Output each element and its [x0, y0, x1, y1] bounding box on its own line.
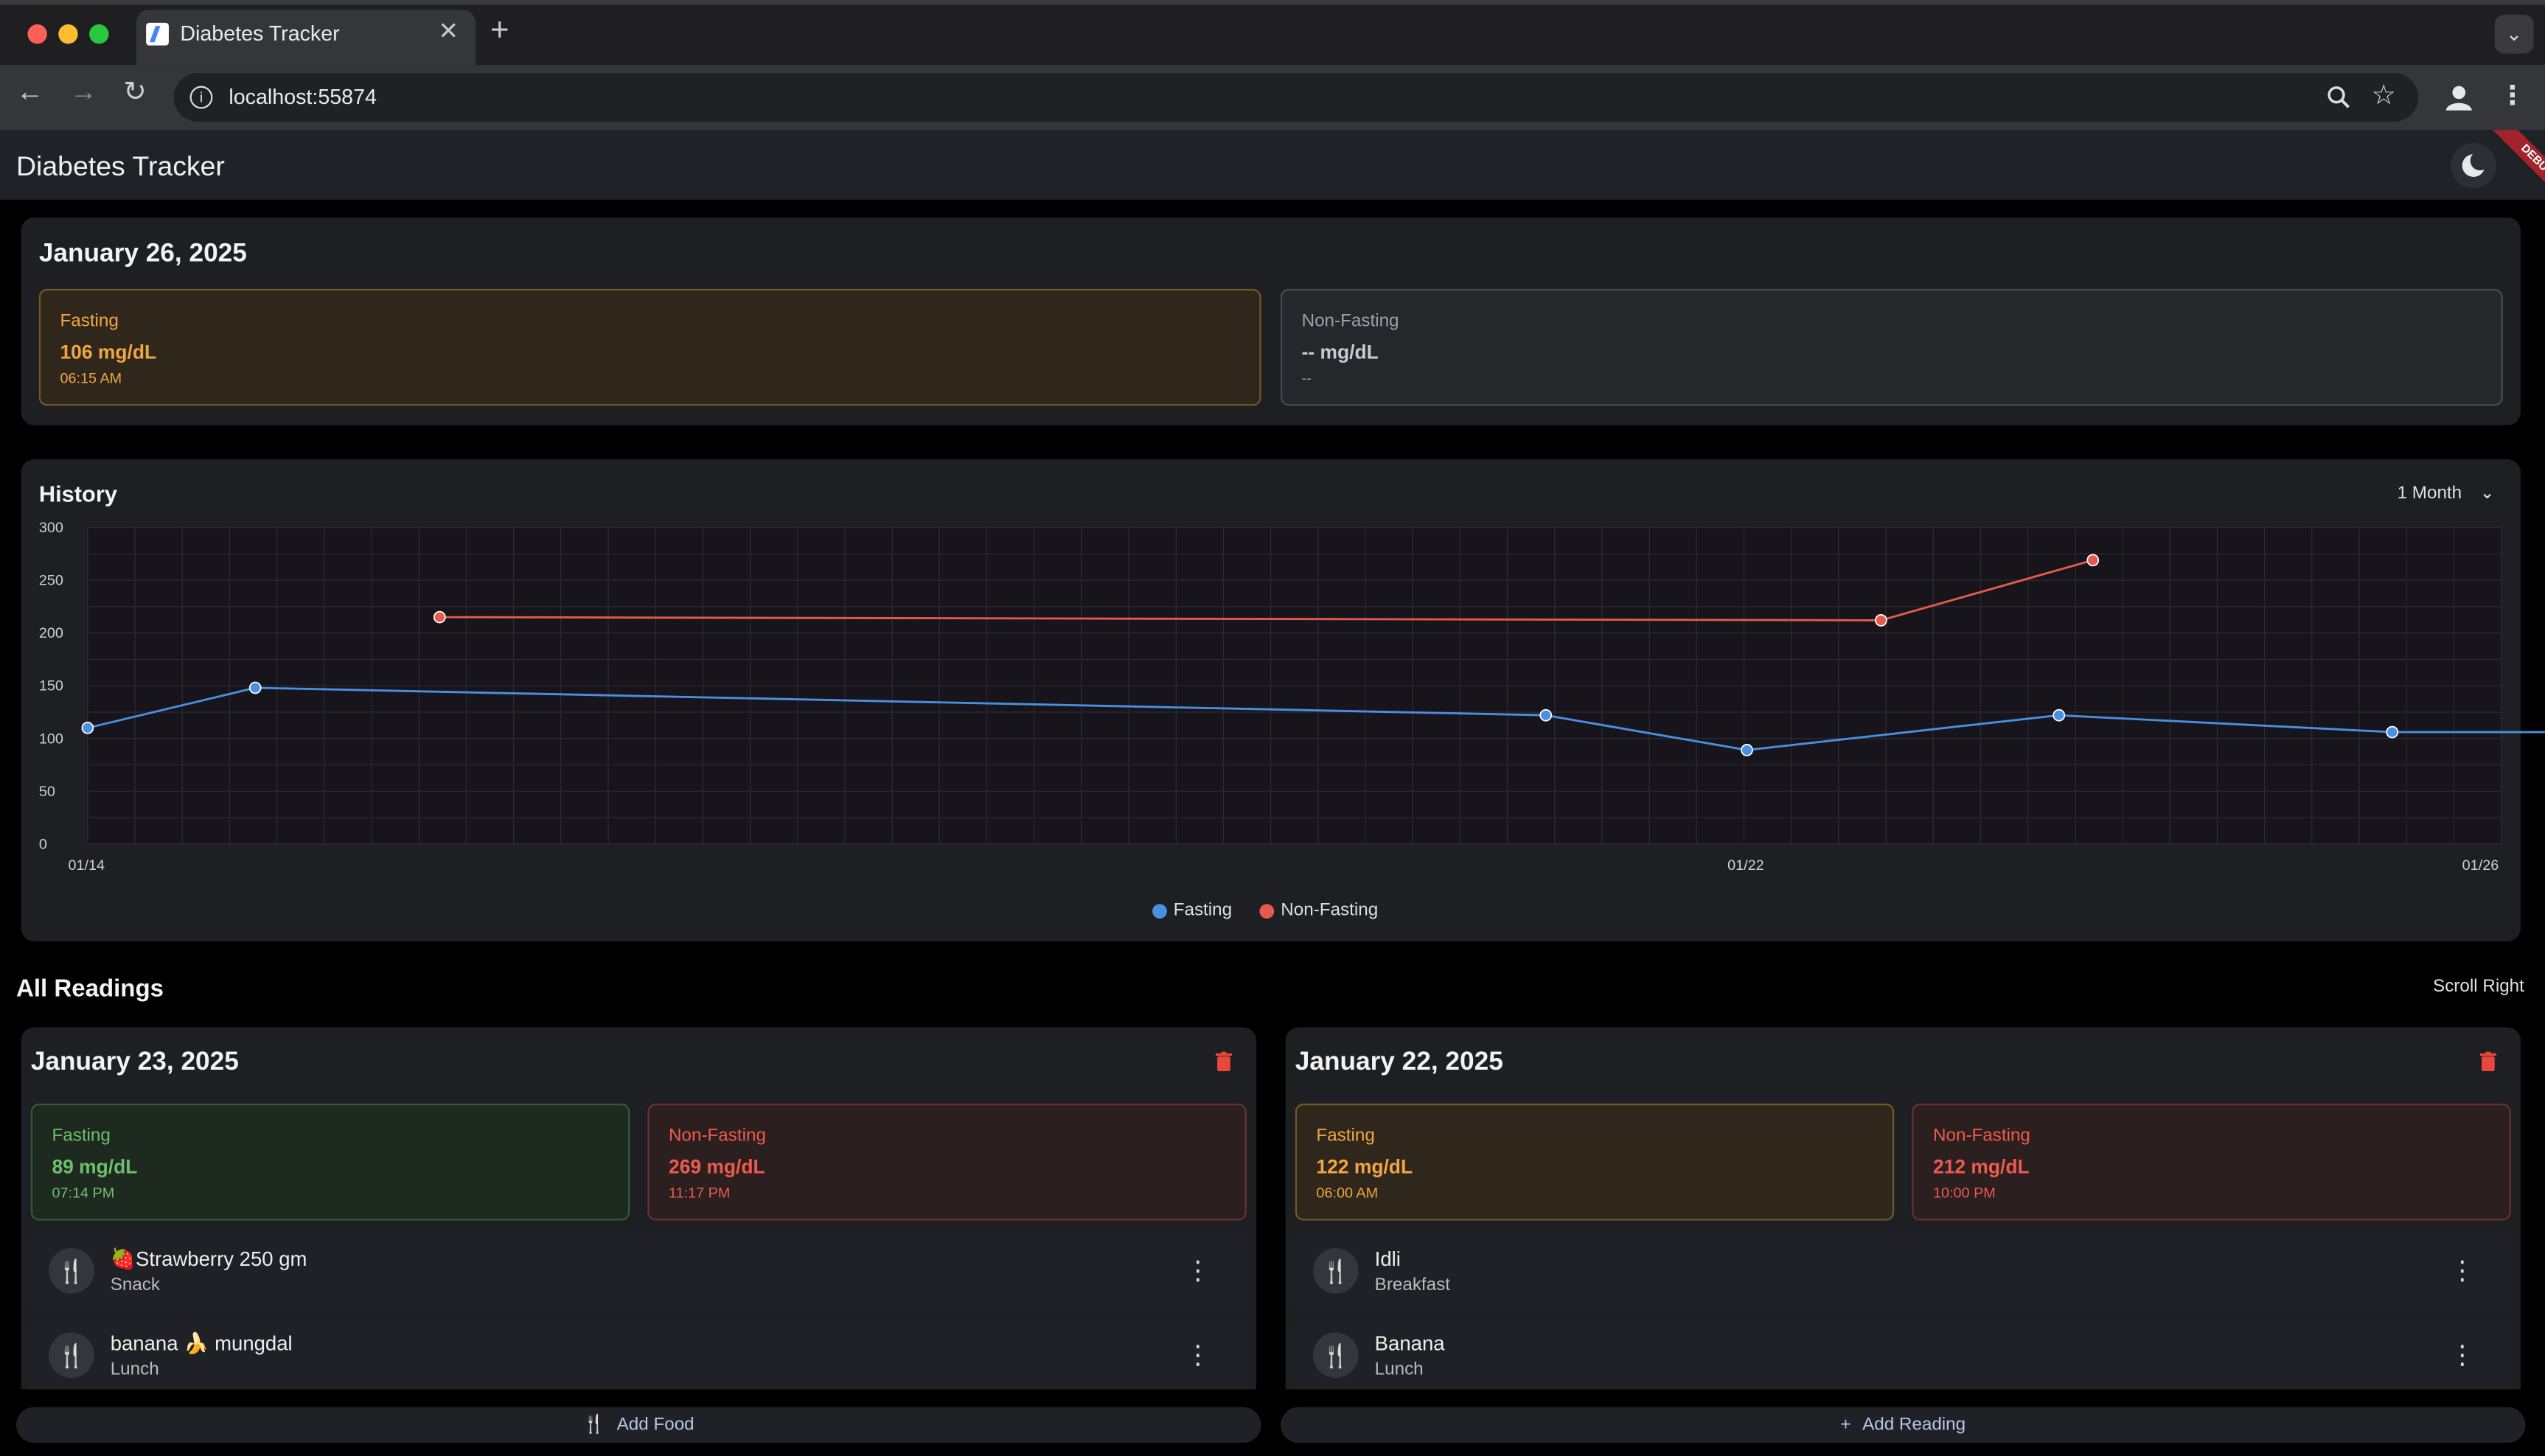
- scroll-right-hint[interactable]: Scroll Right: [2433, 977, 2524, 996]
- legend-non-fasting-swatch: [1259, 903, 1275, 919]
- tile-label: Fasting: [1316, 1126, 1375, 1146]
- day-card: January 23, 2025 Fasting 89 mg/dL 07:14 …: [21, 1027, 1256, 1417]
- food-name: banana 🍌 mungdal: [110, 1332, 293, 1356]
- fork-knife-icon: 🍴: [1313, 1247, 1359, 1294]
- history-chart: 0 50 100 150 200 250 300 01/14 01/22 01/26: [39, 520, 2545, 874]
- tile-time: 10:00 PM: [1932, 1185, 1996, 1202]
- add-reading-button[interactable]: + Add Reading: [1280, 1407, 2526, 1443]
- chart-legend: Fasting Non-Fasting: [1152, 901, 1378, 920]
- day-date: January 22, 2025: [1295, 1048, 1503, 1076]
- food-meal: Lunch: [110, 1359, 159, 1380]
- non-fasting-tile[interactable]: Non-Fasting 212 mg/dL 10:00 PM: [1912, 1104, 2511, 1221]
- food-name: 🍓Strawberry 250 gm: [110, 1247, 307, 1271]
- tile-value: 212 mg/dL: [1932, 1155, 2030, 1179]
- fork-knife-icon: 🍴: [582, 1415, 606, 1435]
- y-tick-label: 300: [39, 520, 63, 536]
- data-point: [2053, 708, 2066, 722]
- legend-non-fasting-label: Non-Fasting: [1281, 900, 1379, 921]
- x-tick-label: 01/26: [2462, 857, 2499, 874]
- y-tick-label: 50: [39, 784, 55, 800]
- fasting-tile[interactable]: Fasting 89 mg/dL 07:14 PM: [30, 1104, 630, 1221]
- y-tick-label: 250: [39, 573, 63, 589]
- y-tick-label: 0: [39, 836, 47, 852]
- delete-day-icon[interactable]: [1215, 1051, 1232, 1071]
- data-point: [248, 681, 262, 694]
- day-date: January 23, 2025: [30, 1048, 239, 1076]
- tile-time: 06:00 AM: [1316, 1185, 1379, 1202]
- tile-label: Fasting: [52, 1126, 111, 1146]
- add-reading-label: Add Reading: [1862, 1415, 1966, 1435]
- food-item[interactable]: 🍴 Banana Lunch ⋮: [1293, 1319, 2513, 1393]
- more-vert-icon[interactable]: ⋮: [2449, 1339, 2475, 1371]
- food-item[interactable]: 🍴 banana 🍌 mungdal Lunch ⋮: [29, 1319, 1248, 1393]
- all-readings-title: All Readings: [16, 975, 164, 1003]
- add-food-button[interactable]: 🍴 Add Food: [16, 1407, 1261, 1443]
- y-tick-label: 200: [39, 625, 63, 641]
- plus-icon: +: [1840, 1415, 1851, 1435]
- data-point: [1741, 744, 1753, 756]
- tile-label: Non-Fasting: [669, 1126, 766, 1146]
- more-vert-icon[interactable]: ⋮: [1185, 1255, 1211, 1287]
- fork-knife-icon: 🍴: [1313, 1332, 1359, 1379]
- data-point: [81, 722, 94, 734]
- data-point: [2386, 725, 2399, 739]
- x-tick-label: 01/22: [1727, 857, 1764, 874]
- day-card: January 22, 2025 Fasting 122 mg/dL 06:00…: [1285, 1027, 2521, 1417]
- more-vert-icon[interactable]: ⋮: [2449, 1255, 2475, 1287]
- y-tick-label: 150: [39, 678, 63, 694]
- data-point: [2086, 554, 2100, 567]
- non-fasting-tile[interactable]: Non-Fasting 269 mg/dL 11:17 PM: [647, 1104, 1247, 1221]
- tile-value: 89 mg/dL: [52, 1155, 138, 1179]
- legend-fasting-swatch: [1152, 903, 1167, 919]
- data-point: [1875, 614, 1887, 627]
- fasting-tile[interactable]: Fasting 122 mg/dL 06:00 AM: [1295, 1104, 1895, 1221]
- add-food-label: Add Food: [616, 1415, 694, 1435]
- tile-value: 269 mg/dL: [669, 1155, 765, 1179]
- tile-time: 07:14 PM: [52, 1185, 115, 1202]
- food-name: Idli: [1374, 1247, 1401, 1271]
- food-meal: Breakfast: [1374, 1275, 1450, 1295]
- y-tick-label: 100: [39, 731, 63, 747]
- data-point: [1539, 708, 1553, 722]
- legend-fasting-label: Fasting: [1173, 900, 1233, 921]
- food-item[interactable]: 🍴 Idli Breakfast ⋮: [1293, 1235, 2513, 1309]
- food-meal: Snack: [110, 1275, 161, 1295]
- fork-knife-icon: 🍴: [49, 1247, 94, 1294]
- legend-non-fasting: Non-Fasting: [1259, 900, 1379, 921]
- delete-day-icon[interactable]: [2479, 1051, 2496, 1071]
- food-item[interactable]: 🍴 🍓Strawberry 250 gm Snack ⋮: [29, 1235, 1248, 1309]
- x-tick-label: 01/14: [68, 857, 105, 874]
- tile-label: Non-Fasting: [1932, 1126, 2030, 1146]
- tile-time: 11:17 PM: [669, 1185, 731, 1202]
- fork-knife-icon: 🍴: [49, 1332, 94, 1379]
- tile-value: 122 mg/dL: [1316, 1155, 1413, 1179]
- food-name: Banana: [1374, 1332, 1445, 1356]
- legend-fasting: Fasting: [1152, 901, 1232, 920]
- data-point: [433, 610, 446, 624]
- more-vert-icon[interactable]: ⋮: [1185, 1339, 1211, 1371]
- food-meal: Lunch: [1374, 1359, 1424, 1380]
